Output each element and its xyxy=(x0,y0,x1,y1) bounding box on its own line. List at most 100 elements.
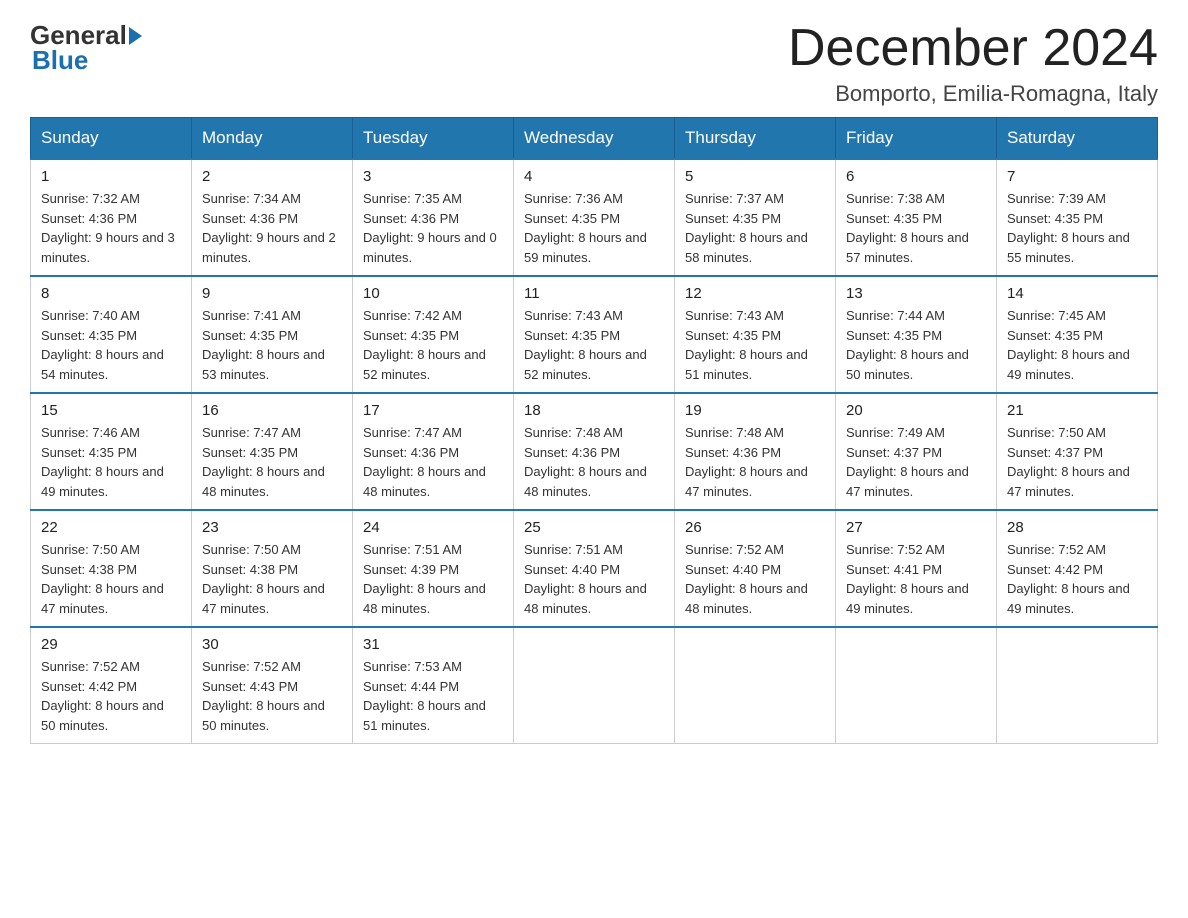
day-number: 13 xyxy=(846,285,986,302)
day-number: 29 xyxy=(41,636,181,653)
day-number: 28 xyxy=(1007,519,1147,536)
sunset-text: Sunset: 4:38 PM xyxy=(41,562,137,577)
calendar-cell: 24 Sunrise: 7:51 AM Sunset: 4:39 PM Dayl… xyxy=(353,510,514,627)
day-info: Sunrise: 7:41 AM Sunset: 4:35 PM Dayligh… xyxy=(202,306,342,384)
day-number: 25 xyxy=(524,519,664,536)
day-info: Sunrise: 7:42 AM Sunset: 4:35 PM Dayligh… xyxy=(363,306,503,384)
day-info: Sunrise: 7:34 AM Sunset: 4:36 PM Dayligh… xyxy=(202,189,342,267)
day-info: Sunrise: 7:46 AM Sunset: 4:35 PM Dayligh… xyxy=(41,423,181,501)
sunrise-text: Sunrise: 7:48 AM xyxy=(524,425,623,440)
sunrise-text: Sunrise: 7:50 AM xyxy=(1007,425,1106,440)
calendar-cell: 18 Sunrise: 7:48 AM Sunset: 4:36 PM Dayl… xyxy=(514,393,675,510)
calendar-cell: 25 Sunrise: 7:51 AM Sunset: 4:40 PM Dayl… xyxy=(514,510,675,627)
calendar-cell: 8 Sunrise: 7:40 AM Sunset: 4:35 PM Dayli… xyxy=(31,276,192,393)
daylight-text: Daylight: 8 hours and 47 minutes. xyxy=(202,581,325,616)
calendar-cell xyxy=(514,627,675,744)
sunrise-text: Sunrise: 7:38 AM xyxy=(846,191,945,206)
sunrise-text: Sunrise: 7:43 AM xyxy=(524,308,623,323)
title-area: December 2024 Bomporto, Emilia-Romagna, … xyxy=(788,20,1158,107)
daylight-text: Daylight: 8 hours and 49 minutes. xyxy=(1007,347,1130,382)
calendar-cell: 10 Sunrise: 7:42 AM Sunset: 4:35 PM Dayl… xyxy=(353,276,514,393)
daylight-text: Daylight: 8 hours and 57 minutes. xyxy=(846,230,969,265)
day-number: 15 xyxy=(41,402,181,419)
daylight-text: Daylight: 9 hours and 2 minutes. xyxy=(202,230,336,265)
sunset-text: Sunset: 4:35 PM xyxy=(685,328,781,343)
sunrise-text: Sunrise: 7:52 AM xyxy=(685,542,784,557)
day-info: Sunrise: 7:52 AM Sunset: 4:43 PM Dayligh… xyxy=(202,657,342,735)
day-info: Sunrise: 7:37 AM Sunset: 4:35 PM Dayligh… xyxy=(685,189,825,267)
day-info: Sunrise: 7:49 AM Sunset: 4:37 PM Dayligh… xyxy=(846,423,986,501)
sunset-text: Sunset: 4:35 PM xyxy=(41,328,137,343)
daylight-text: Daylight: 8 hours and 54 minutes. xyxy=(41,347,164,382)
sunset-text: Sunset: 4:35 PM xyxy=(1007,328,1103,343)
header-tuesday: Tuesday xyxy=(353,118,514,160)
sunset-text: Sunset: 4:41 PM xyxy=(846,562,942,577)
daylight-text: Daylight: 8 hours and 49 minutes. xyxy=(41,464,164,499)
sunrise-text: Sunrise: 7:50 AM xyxy=(202,542,301,557)
daylight-text: Daylight: 8 hours and 53 minutes. xyxy=(202,347,325,382)
sunset-text: Sunset: 4:40 PM xyxy=(685,562,781,577)
day-info: Sunrise: 7:43 AM Sunset: 4:35 PM Dayligh… xyxy=(524,306,664,384)
calendar-cell: 28 Sunrise: 7:52 AM Sunset: 4:42 PM Dayl… xyxy=(997,510,1158,627)
sunrise-text: Sunrise: 7:52 AM xyxy=(202,659,301,674)
day-info: Sunrise: 7:51 AM Sunset: 4:40 PM Dayligh… xyxy=(524,540,664,618)
calendar-cell: 5 Sunrise: 7:37 AM Sunset: 4:35 PM Dayli… xyxy=(675,159,836,276)
day-number: 20 xyxy=(846,402,986,419)
header-saturday: Saturday xyxy=(997,118,1158,160)
daylight-text: Daylight: 8 hours and 50 minutes. xyxy=(202,698,325,733)
day-info: Sunrise: 7:44 AM Sunset: 4:35 PM Dayligh… xyxy=(846,306,986,384)
calendar-cell: 31 Sunrise: 7:53 AM Sunset: 4:44 PM Dayl… xyxy=(353,627,514,744)
day-number: 27 xyxy=(846,519,986,536)
daylight-text: Daylight: 8 hours and 51 minutes. xyxy=(363,698,486,733)
calendar-cell: 3 Sunrise: 7:35 AM Sunset: 4:36 PM Dayli… xyxy=(353,159,514,276)
day-number: 2 xyxy=(202,168,342,185)
daylight-text: Daylight: 8 hours and 55 minutes. xyxy=(1007,230,1130,265)
sunrise-text: Sunrise: 7:32 AM xyxy=(41,191,140,206)
sunset-text: Sunset: 4:43 PM xyxy=(202,679,298,694)
week-row-3: 15 Sunrise: 7:46 AM Sunset: 4:35 PM Dayl… xyxy=(31,393,1158,510)
daylight-text: Daylight: 8 hours and 52 minutes. xyxy=(524,347,647,382)
day-number: 1 xyxy=(41,168,181,185)
day-number: 11 xyxy=(524,285,664,302)
location-text: Bomporto, Emilia-Romagna, Italy xyxy=(788,81,1158,107)
day-number: 12 xyxy=(685,285,825,302)
sunrise-text: Sunrise: 7:52 AM xyxy=(41,659,140,674)
sunset-text: Sunset: 4:35 PM xyxy=(524,211,620,226)
daylight-text: Daylight: 8 hours and 48 minutes. xyxy=(524,581,647,616)
sunrise-text: Sunrise: 7:53 AM xyxy=(363,659,462,674)
sunset-text: Sunset: 4:35 PM xyxy=(524,328,620,343)
calendar-cell: 30 Sunrise: 7:52 AM Sunset: 4:43 PM Dayl… xyxy=(192,627,353,744)
day-number: 31 xyxy=(363,636,503,653)
sunset-text: Sunset: 4:36 PM xyxy=(685,445,781,460)
header-sunday: Sunday xyxy=(31,118,192,160)
day-number: 9 xyxy=(202,285,342,302)
day-info: Sunrise: 7:52 AM Sunset: 4:42 PM Dayligh… xyxy=(1007,540,1147,618)
daylight-text: Daylight: 8 hours and 48 minutes. xyxy=(685,581,808,616)
sunset-text: Sunset: 4:35 PM xyxy=(846,328,942,343)
day-number: 19 xyxy=(685,402,825,419)
day-info: Sunrise: 7:47 AM Sunset: 4:35 PM Dayligh… xyxy=(202,423,342,501)
sunrise-text: Sunrise: 7:47 AM xyxy=(363,425,462,440)
sunset-text: Sunset: 4:42 PM xyxy=(1007,562,1103,577)
sunrise-text: Sunrise: 7:51 AM xyxy=(363,542,462,557)
logo-arrow-icon xyxy=(129,27,142,45)
day-info: Sunrise: 7:40 AM Sunset: 4:35 PM Dayligh… xyxy=(41,306,181,384)
sunset-text: Sunset: 4:36 PM xyxy=(41,211,137,226)
sunrise-text: Sunrise: 7:51 AM xyxy=(524,542,623,557)
sunrise-text: Sunrise: 7:50 AM xyxy=(41,542,140,557)
sunset-text: Sunset: 4:35 PM xyxy=(363,328,459,343)
day-info: Sunrise: 7:48 AM Sunset: 4:36 PM Dayligh… xyxy=(524,423,664,501)
calendar-cell: 14 Sunrise: 7:45 AM Sunset: 4:35 PM Dayl… xyxy=(997,276,1158,393)
sunrise-text: Sunrise: 7:42 AM xyxy=(363,308,462,323)
daylight-text: Daylight: 8 hours and 47 minutes. xyxy=(685,464,808,499)
daylight-text: Daylight: 9 hours and 0 minutes. xyxy=(363,230,497,265)
sunset-text: Sunset: 4:35 PM xyxy=(685,211,781,226)
sunrise-text: Sunrise: 7:39 AM xyxy=(1007,191,1106,206)
page-header: General Blue December 2024 Bomporto, Emi… xyxy=(30,20,1158,107)
calendar-cell: 29 Sunrise: 7:52 AM Sunset: 4:42 PM Dayl… xyxy=(31,627,192,744)
sunrise-text: Sunrise: 7:40 AM xyxy=(41,308,140,323)
daylight-text: Daylight: 8 hours and 48 minutes. xyxy=(363,464,486,499)
day-info: Sunrise: 7:32 AM Sunset: 4:36 PM Dayligh… xyxy=(41,189,181,267)
calendar-cell xyxy=(836,627,997,744)
day-number: 10 xyxy=(363,285,503,302)
